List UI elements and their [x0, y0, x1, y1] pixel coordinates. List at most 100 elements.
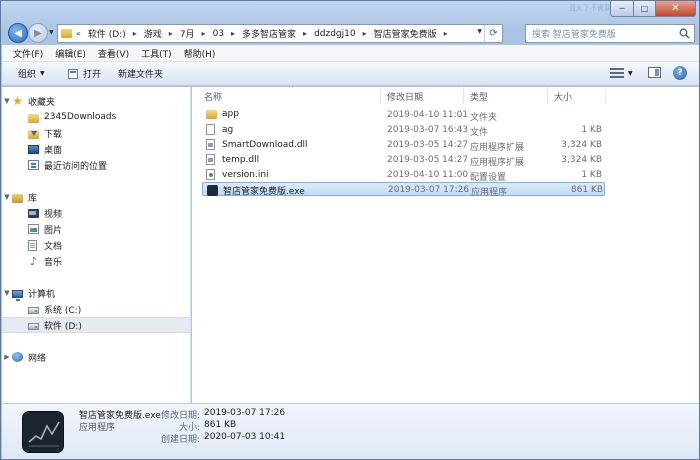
nav-network[interactable]: ▶ 网络 [2, 349, 190, 365]
breadcrumb-separator[interactable]: ▸ [164, 29, 178, 38]
expand-icon[interactable]: ▶ [2, 353, 12, 361]
menu-edit[interactable]: 编辑(E) [49, 47, 92, 60]
library-icon [12, 193, 23, 203]
desktop-icon [28, 145, 39, 154]
file-row[interactable]: temp.dll 2019-03-05 14:27 应用程序扩展 3,324 K… [202, 153, 605, 168]
breadcrumb-separator[interactable]: ▸ [439, 29, 453, 38]
column-divider[interactable] [380, 87, 381, 103]
nav-libraries[interactable]: ▼ 库 [2, 189, 190, 205]
help-button[interactable]: ? [673, 66, 687, 80]
file-type: 应用程序扩展 [470, 143, 525, 153]
change-view-button[interactable]: ▼ [610, 68, 633, 78]
file-name-cell: app [206, 109, 239, 119]
drive-icon [28, 307, 39, 314]
breadcrumb-separator[interactable]: ▸ [197, 29, 211, 38]
minimize-button[interactable]: ─ [610, 1, 634, 17]
breadcrumb-separator[interactable]: ▸ [358, 29, 372, 38]
nav-item-downloads[interactable]: 下载 [2, 125, 190, 141]
nav-computer[interactable]: ▼ 计算机 [2, 285, 190, 301]
nav-label: 收藏夹 [28, 97, 56, 108]
breadcrumb-overflow[interactable]: « [76, 29, 86, 38]
nav-item-recent-places[interactable]: 最近访问的位置 [2, 157, 190, 173]
breadcrumb-item[interactable]: 游戏 [142, 27, 164, 40]
nav-item-drive-d[interactable]: 软件 (D:) [2, 317, 190, 333]
address-row: ◀ ▶ ▼ « 软件 (D:) ▸ 游戏 ▸ 7月 ▸ 03 ▸ 多多智店管家 … [1, 21, 700, 45]
file-type: 文件夹 [470, 113, 498, 123]
file-row[interactable]: ag 2019-03-07 16:43 文件 1 KB [202, 123, 605, 138]
preview-pane-icon [648, 67, 661, 78]
nav-item-music[interactable]: ♪ 音乐 [2, 253, 190, 269]
breadcrumb-item[interactable]: 智店管家免费版 [372, 27, 439, 40]
forward-button[interactable]: ▶ [28, 23, 48, 43]
open-label: 打开 [83, 70, 102, 80]
nav-item-2345downloads[interactable]: 2345Downloads [2, 109, 190, 125]
column-date[interactable]: 修改日期 [387, 90, 423, 103]
view-list-icon [610, 68, 624, 78]
nav-label: 桌面 [44, 145, 63, 156]
menu-help[interactable]: 帮助(H) [178, 47, 222, 60]
open-button[interactable]: 打开 [68, 67, 101, 80]
nav-label: 图片 [44, 225, 63, 236]
nav-item-videos[interactable]: 视频 [2, 205, 190, 221]
search-icon[interactable] [679, 28, 690, 39]
menu-file[interactable]: 文件(F) [7, 47, 49, 60]
column-type[interactable]: 类型 [470, 90, 488, 103]
column-name[interactable]: 名称 [204, 90, 222, 103]
menu-tools[interactable]: 工具(T) [135, 47, 178, 60]
breadcrumb-item[interactable]: 7月 [178, 27, 197, 40]
nav-item-documents[interactable]: 文档 [2, 237, 190, 253]
nav-favorites[interactable]: ▼ ★ 收藏夹 [2, 93, 190, 109]
column-divider[interactable] [463, 87, 464, 103]
menu-view[interactable]: 查看(V) [92, 47, 135, 60]
maximize-button[interactable]: □ [634, 1, 656, 17]
refresh-button[interactable]: ⟳ [484, 25, 502, 42]
file-name-cell: version.ini [206, 169, 269, 180]
document-icon [28, 239, 37, 251]
chevron-down-icon: ▼ [628, 69, 633, 77]
address-dropdown[interactable]: ▼ [477, 28, 482, 35]
column-divider[interactable] [605, 87, 606, 103]
search-placeholder: 搜索 智店管家免费版 [532, 30, 616, 40]
file-row[interactable]: app 2019-04-10 11:01 文件夹 [202, 108, 605, 123]
column-divider[interactable] [547, 87, 548, 103]
recent-places-icon [28, 160, 39, 170]
back-button[interactable]: ◀ [8, 23, 28, 43]
nav-label: 计算机 [28, 289, 56, 300]
breadcrumb-item[interactable]: 多多智店管家 [240, 27, 298, 40]
collapse-icon[interactable]: ▼ [2, 289, 12, 297]
breadcrumb-item[interactable]: ddzdgj10 [312, 29, 358, 39]
nav-item-desktop[interactable]: 桌面 [2, 141, 190, 157]
refresh-icon: ⟳ [489, 28, 498, 39]
breadcrumb-separator[interactable]: ▸ [298, 29, 312, 38]
app-thumbnail-icon [22, 411, 64, 453]
breadcrumb-separator[interactable]: ▸ [128, 29, 142, 38]
detail-size-value: 861 KB [204, 420, 237, 430]
recent-pages-dropdown[interactable]: ▼ [49, 29, 54, 36]
detail-modified-value: 2019-03-07 17:26 [204, 408, 286, 418]
file-date: 2019-04-10 11:00 [387, 170, 469, 180]
organize-button[interactable]: 组织 ▼ [18, 67, 45, 80]
breadcrumb-separator[interactable]: ▸ [226, 29, 240, 38]
close-button[interactable]: ✕ [656, 1, 696, 17]
breadcrumb-item[interactable]: 03 [211, 29, 226, 39]
menu-bar: 文件(F) 编辑(E) 查看(V) 工具(T) 帮助(H) [2, 45, 699, 62]
ini-icon [206, 169, 215, 180]
address-bar[interactable]: « 软件 (D:) ▸ 游戏 ▸ 7月 ▸ 03 ▸ 多多智店管家 ▸ ddzd… [57, 24, 503, 43]
collapse-icon[interactable]: ▼ [2, 193, 12, 201]
nav-item-pictures[interactable]: 图片 [2, 221, 190, 237]
file-row[interactable]: SmartDownload.dll 2019-03-05 14:27 应用程序扩… [202, 138, 605, 153]
computer-icon [12, 289, 23, 301]
downloads-folder-icon [28, 129, 39, 139]
file-row-selected[interactable]: 智店管家免费版.exe 2019-03-07 17:26 应用程序 861 KB [202, 182, 605, 198]
new-folder-button[interactable]: 新建文件夹 [118, 67, 163, 80]
detail-file-type: 应用程序 [79, 423, 116, 433]
search-input[interactable]: 搜索 智店管家免费版 [525, 24, 695, 43]
column-size[interactable]: 大小 [554, 90, 572, 103]
file-row[interactable]: version.ini 2019-04-10 11:00 配置设置 1 KB [202, 168, 605, 183]
breadcrumb-item[interactable]: 软件 (D:) [86, 27, 128, 40]
file-name-cell: SmartDownload.dll [206, 139, 308, 150]
collapse-icon[interactable]: ▼ [2, 97, 12, 105]
nav-item-drive-c[interactable]: 系统 (C:) [2, 301, 190, 317]
file-name: ag [222, 124, 234, 135]
preview-pane-button[interactable] [648, 67, 661, 78]
